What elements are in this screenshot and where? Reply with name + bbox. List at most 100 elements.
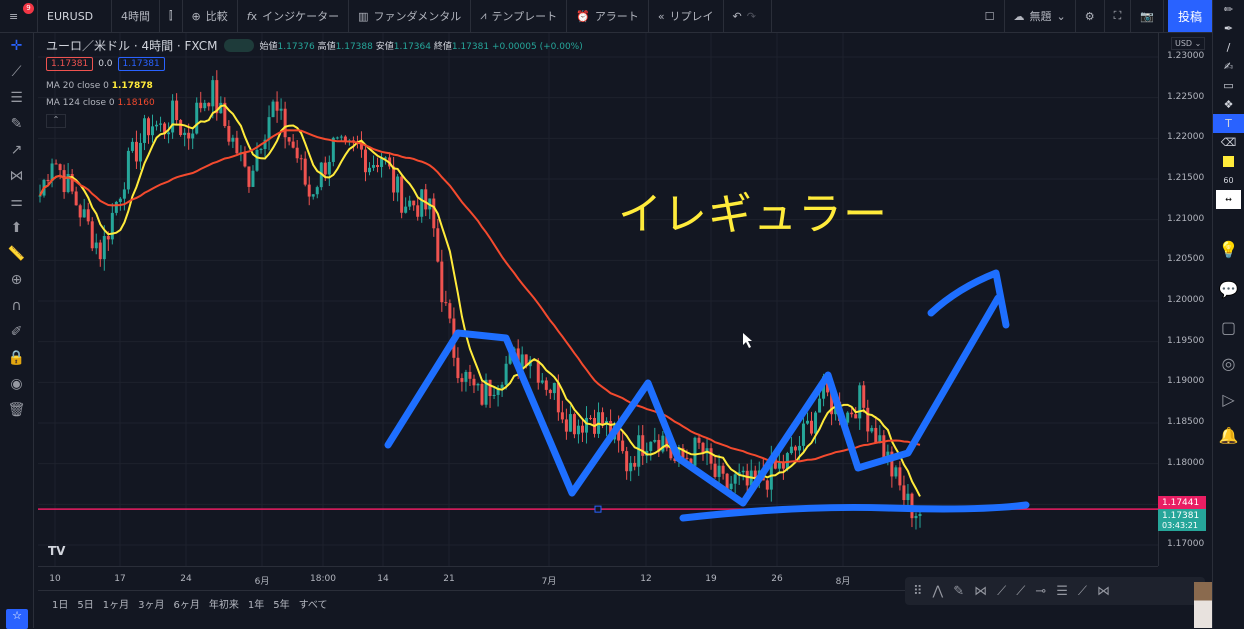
candle-body [138,142,142,162]
candle-body [468,371,472,379]
range-button[interactable]: 1日 [52,596,68,611]
line-icon[interactable]: ⟋ [997,584,1006,599]
ma124-legend[interactable]: MA 124 close 0 1.18160 [46,98,155,108]
candle-body [327,161,331,175]
candle-body [625,451,629,472]
currency-select[interactable]: USD ⌄ [1171,37,1206,50]
brush-icon[interactable]: ✎ [953,584,964,599]
play-icon[interactable]: ▷ [1213,381,1244,417]
fib-icon[interactable]: ☰ [0,85,33,111]
eraser-icon[interactable]: ⌫ [1213,133,1244,152]
color-swatch[interactable] [1213,152,1244,171]
streams-icon[interactable]: ◎ [1213,345,1244,381]
range-button[interactable]: 5日 [77,596,93,611]
magnet-icon[interactable]: ∩ [0,293,33,319]
brush-icon[interactable]: ✎ [0,111,33,137]
interval-button[interactable]: 4時間 [112,0,160,33]
snapshot-button[interactable]: 📷 [1131,0,1164,33]
notifications-icon[interactable]: 🔔 [1213,417,1244,453]
sell-button[interactable]: 1.17381 [46,57,94,71]
candle-body [866,407,870,432]
text-icon[interactable]: T [1213,114,1244,133]
hline-icon[interactable]: ⊸ [1035,584,1046,599]
lock-icon[interactable]: 🔒 [0,345,33,371]
trend-line-icon[interactable]: ⟋ [0,59,33,85]
price-chart[interactable] [38,33,1158,566]
buy-button[interactable]: 1.17381 [117,57,165,71]
candle-body [697,437,701,443]
fullscreen-button[interactable]: ⛶ [1105,0,1132,33]
ruler-icon[interactable]: 📏 [0,241,33,267]
range-button[interactable]: 1ヶ月 [103,596,129,611]
layout-select-button[interactable]: ☐ [976,0,1005,33]
compare-button[interactable]: ⊕ 比較 [183,0,238,33]
candle-body [82,209,86,218]
undo-redo[interactable]: ↶ ↷ [724,0,772,33]
templates-button[interactable]: ⩘ テンプレート [471,0,568,33]
symbol-search[interactable]: EURUSD [38,0,112,33]
menu-button[interactable]: ≡ 9 [0,0,38,33]
candle-body [195,102,199,134]
candle-body [745,470,749,486]
redo-icon[interactable]: ↷ [747,10,756,23]
marker-icon[interactable]: ✒ [1213,19,1244,38]
undo-icon[interactable]: ↶ [733,10,742,23]
visibility-toggle[interactable] [223,39,254,52]
ma20-legend[interactable]: MA 20 close 0 1.17878 [46,81,153,91]
pattern-icon[interactable]: ⋀ [933,584,944,599]
collapse-legend-button[interactable]: ⌃ [46,114,66,128]
range-button[interactable]: 年初来 [209,596,239,611]
ray-icon[interactable]: ⟋ [1016,584,1025,599]
rectangle-icon[interactable]: ▭ [1213,76,1244,95]
shapes-icon[interactable]: ❖ [1213,95,1244,114]
eye-icon[interactable]: ◉ [0,371,33,397]
size-value[interactable]: 60 [1213,171,1244,190]
messages-icon[interactable]: ▢ [1213,309,1244,345]
price-label: 1.19000 [1167,376,1205,387]
time-label: 19 [705,574,717,584]
candle-body [436,228,440,262]
xabcd-icon[interactable]: ⋈ [974,584,987,599]
forecast-icon[interactable]: ⚌ [0,189,33,215]
pattern-icon[interactable]: ⋈ [0,163,33,189]
crosshair-icon[interactable]: ✛ [0,33,33,59]
candle-body [94,242,98,249]
range-button[interactable]: 6ヶ月 [174,596,200,611]
favorites-star-icon[interactable]: ☆ [6,609,28,629]
price-axis[interactable]: USD ⌄ 1.23000 1.22500 1.22000 1.21500 1.2100… [1158,33,1210,566]
channel-icon[interactable]: ☰ [1056,584,1068,599]
brush-icon[interactable]: ✍ [1213,57,1244,76]
drag-handle-icon[interactable]: ⠿ [913,584,923,599]
line-icon[interactable]: / [1213,38,1244,57]
time-label: 26 [771,574,783,584]
post-button[interactable]: 投稿 [1168,0,1212,32]
expand-icon[interactable]: ↔ [1216,190,1241,209]
trend-icon[interactable]: ⟋ [1078,584,1087,599]
trash-icon[interactable]: 🗑 [0,397,33,423]
range-button[interactable]: 3ヶ月 [138,596,164,611]
range-button[interactable]: 5年 [273,596,289,611]
settings-button[interactable]: ⚙ [1076,0,1105,33]
head-shoulders-icon[interactable]: ⋈ [1097,584,1110,599]
candle-body [231,137,235,142]
chat-icon[interactable]: 💬 [1213,269,1244,309]
pencil-lock-icon[interactable]: ✐ [0,319,33,345]
fundamentals-button[interactable]: ▥ ファンダメンタル [349,0,472,33]
up-arrow-icon[interactable]: ⬆ [0,215,33,241]
chart-type-button[interactable]: ⫿ [160,0,183,33]
ideas-icon[interactable]: 💡 [1213,229,1244,269]
compare-label: 比較 [205,10,228,23]
alert-button[interactable]: ⏰ アラート [567,0,649,33]
zoom-icon[interactable]: ⊕ [0,267,33,293]
replay-button[interactable]: « リプレイ [649,0,724,33]
indicators-button[interactable]: fx インジケーター [238,0,350,33]
hand-drawn-zigzag [384,294,1002,507]
plus-circle-icon: ⊕ [191,9,201,23]
layout-name-button[interactable]: ☁ 無題 ⌄ [1005,0,1076,33]
range-button[interactable]: 1年 [248,596,264,611]
arrow-icon[interactable]: ↗ [0,137,33,163]
range-button[interactable]: すべて [299,596,328,611]
pencil-icon[interactable]: ✏ [1213,0,1244,19]
template-icon: ⩘ [480,9,487,22]
replay-label: リプレイ [669,10,714,23]
